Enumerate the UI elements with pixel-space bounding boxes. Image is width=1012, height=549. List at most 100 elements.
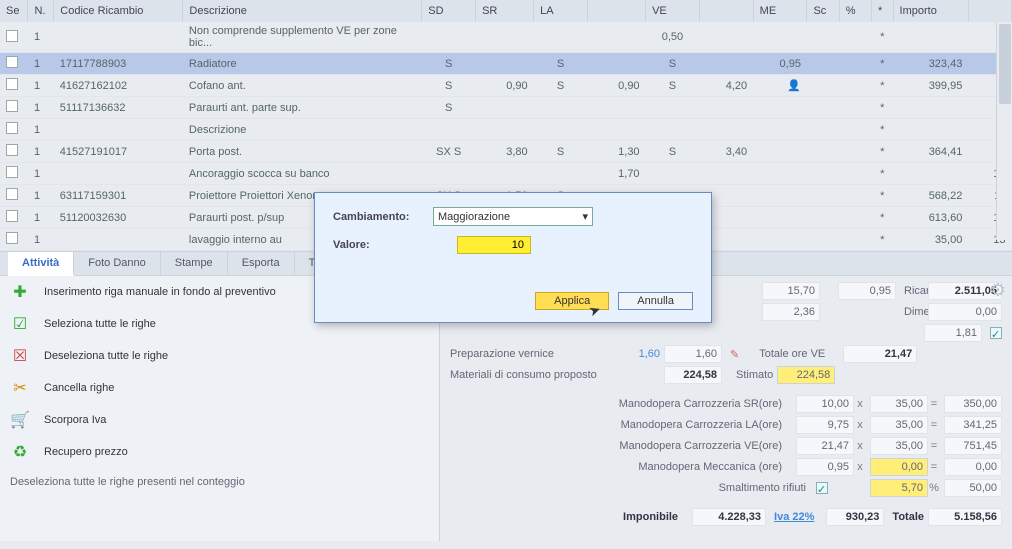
scissors-icon: ✂	[10, 378, 30, 398]
col-desc: Descrizione	[183, 0, 422, 22]
row-checkbox[interactable]	[6, 100, 18, 112]
col-la2	[587, 0, 645, 22]
col-code: Codice Ricambio	[54, 0, 183, 22]
tab-foto[interactable]: Foto Danno	[74, 252, 160, 275]
totale-label: Totale	[892, 511, 924, 523]
stimato-val[interactable]: 224,58	[777, 366, 835, 384]
col-sd: SD	[422, 0, 476, 22]
tab-stampe[interactable]: Stampe	[161, 252, 228, 275]
action-deselect-all[interactable]: ☒Deseleziona tutte le righe	[0, 340, 439, 372]
smalt-check[interactable]: ✓	[816, 482, 828, 494]
mano-rate[interactable]: 35,00	[870, 437, 928, 455]
tot-ve: 21,47	[843, 345, 917, 363]
mano-total: 341,25	[944, 416, 1002, 434]
mano-label: Manodopera Carrozzeria VE(ore)	[450, 440, 792, 452]
mano-total: 751,45	[944, 437, 1002, 455]
tab-attivita[interactable]: Attività	[8, 252, 74, 276]
mano-hours: 0,95	[796, 458, 854, 476]
prep-blue: 1,60	[620, 348, 660, 360]
col-ve: VE	[646, 0, 700, 22]
modal-valore-label: Valore:	[333, 239, 433, 251]
col-ve2	[699, 0, 753, 22]
row-checkbox[interactable]	[6, 78, 18, 90]
col-idx	[968, 0, 1011, 22]
hint-text: Deseleziona tutte le righe presenti nel …	[0, 468, 439, 496]
table-header: Se N. Codice Ricambio Descrizione SD SR …	[0, 0, 1012, 22]
mano-rate[interactable]: 0,00	[870, 458, 928, 476]
action-select-label: Seleziona tutte le righe	[44, 318, 156, 330]
valore-input[interactable]	[457, 236, 531, 254]
val-1-81: 1,81	[924, 324, 982, 342]
col-sc: Sc	[807, 0, 839, 22]
plus-icon: ✚	[10, 282, 30, 302]
col-imp: Importo	[893, 0, 968, 22]
col-star: *	[872, 0, 894, 22]
table-row[interactable]: 117117788903RadiatoreSSS0,95*323,435	[0, 53, 1012, 75]
mano-hours: 21,47	[796, 437, 854, 455]
ricambi-label: Ricambi	[896, 285, 924, 297]
table-row[interactable]: 1Ancoraggio scocca su banco1,70*10	[0, 163, 1012, 185]
imponibile-label: Imponibile	[450, 511, 688, 523]
action-delete[interactable]: ✂ Cancella righe	[0, 372, 439, 404]
row-checkbox[interactable]	[6, 56, 18, 68]
row-checkbox[interactable]	[6, 166, 18, 178]
mano-rate[interactable]: 35,00	[870, 416, 928, 434]
vertical-scrollbar[interactable]	[996, 22, 1012, 240]
table-row[interactable]: 141627162102Cofano ant.S0,90S0,90S4,20 👤…	[0, 75, 1012, 97]
mano-hours: 9,75	[796, 416, 854, 434]
row-checkbox[interactable]	[6, 210, 18, 222]
action-insert-label: Inserimento riga manuale in fondo al pre…	[44, 286, 276, 298]
row-checkbox[interactable]	[6, 144, 18, 156]
gear-icon[interactable]: ⚙	[990, 280, 1006, 301]
row-checkbox[interactable]	[6, 30, 18, 42]
val-2-36: 2,36	[762, 303, 820, 321]
val-0-95: 0,95	[838, 282, 896, 300]
cancel-button[interactable]: Annulla	[618, 292, 693, 310]
table-row[interactable]: 151117136632Paraurti ant. parte sup.S*7	[0, 97, 1012, 119]
mano-total: 0,00	[944, 458, 1002, 476]
mano-rate[interactable]: 35,00	[870, 395, 928, 413]
cart-icon: 🛒	[10, 410, 30, 430]
table-row[interactable]: 1Descrizione*8	[0, 119, 1012, 141]
edit-icon[interactable]: ✎	[730, 348, 739, 361]
smalt-label: Smaltimento rifiuti	[450, 482, 816, 494]
tot-ve-label: Totale ore VE	[759, 348, 839, 360]
action-scorpora-label: Scorpora Iva	[44, 414, 106, 426]
mano-label: Manodopera Meccanica (ore)	[450, 461, 792, 473]
col-sr: SR	[476, 0, 534, 22]
tab-esporta[interactable]: Esporta	[228, 252, 295, 275]
checkbox-1[interactable]: ✓	[990, 327, 1002, 339]
dime-label: Dime	[896, 306, 924, 318]
chevron-down-icon: ▾	[582, 210, 588, 223]
col-pct: %	[839, 0, 871, 22]
stimato-label: Stimato	[736, 369, 773, 381]
col-me: ME	[753, 0, 807, 22]
action-scorpora[interactable]: 🛒 Scorpora Iva	[0, 404, 439, 436]
modal-cambiamento-label: Cambiamento:	[333, 211, 433, 223]
change-dialog: Cambiamento: Maggiorazione ▾ Valore: App…	[314, 192, 712, 323]
action-delete-label: Cancella righe	[44, 382, 114, 394]
table-row[interactable]: 1Non comprende supplemento VE per zone b…	[0, 22, 1012, 53]
col-se: Se	[0, 0, 28, 22]
row-checkbox[interactable]	[6, 232, 18, 244]
mano-label: Manodopera Carrozzeria SR(ore)	[450, 398, 792, 410]
mat-label: Materiali di consumo proposto	[450, 369, 660, 381]
action-recupero[interactable]: ♻Recupero prezzo	[0, 436, 439, 468]
row-checkbox[interactable]	[6, 188, 18, 200]
row-checkbox[interactable]	[6, 122, 18, 134]
cambiamento-select[interactable]: Maggiorazione ▾	[433, 207, 593, 226]
select-icon: ☑	[10, 314, 30, 334]
table-row[interactable]: 141527191017Porta post.SX S3,80S1,30S3,4…	[0, 141, 1012, 163]
smalt-tot: 50,00	[944, 479, 1002, 497]
iva-link[interactable]: Iva 22%	[774, 511, 814, 523]
totale-val: 5.158,56	[928, 508, 1002, 526]
prep-label: Preparazione vernice	[450, 348, 620, 360]
imponibile-val: 4.228,33	[692, 508, 766, 526]
mano-hours: 10,00	[796, 395, 854, 413]
prep-val: 1,60	[664, 345, 722, 363]
smalt-rate[interactable]: 5,70	[870, 479, 928, 497]
deselect-icon: ☒	[10, 346, 30, 366]
recycle-icon: ♻	[10, 442, 30, 462]
mat-val: 224,58	[664, 366, 722, 384]
mano-total: 350,00	[944, 395, 1002, 413]
